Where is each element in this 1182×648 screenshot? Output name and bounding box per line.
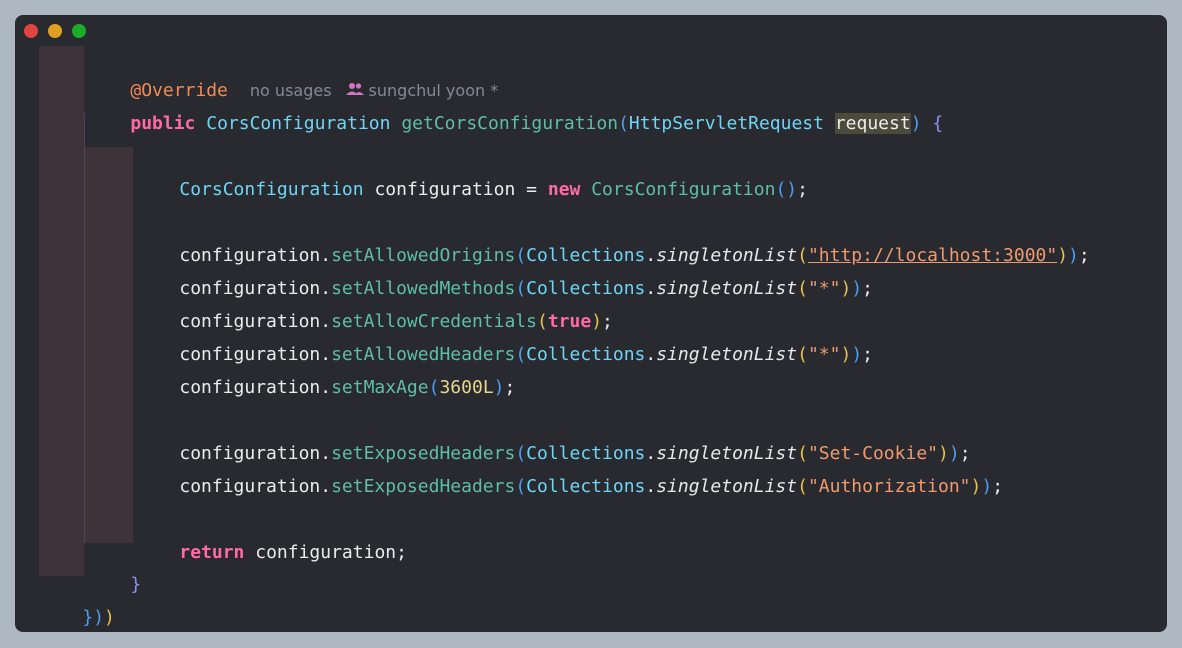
singleton-call: singletonList <box>656 278 798 299</box>
semi: ; <box>1078 245 1090 266</box>
close-brace: } <box>130 574 142 595</box>
code-line-maxage: configuration.setMaxAge(3600L); <box>136 349 515 398</box>
paren: ( <box>428 377 440 398</box>
final-brace: } <box>82 607 94 628</box>
paren: ) <box>1068 245 1079 266</box>
method-name: getCorsConfiguration <box>401 113 619 134</box>
indent-guide-inner <box>84 147 133 543</box>
string-literal: "Authorization" <box>807 476 971 497</box>
code-line-origins: configuration.setAllowedOrigins(Collecti… <box>136 217 1089 266</box>
semi: ; <box>862 344 873 365</box>
code-window: @Override no usages sungchul yoon * public… <box>15 15 1167 632</box>
number-literal: 3600L <box>439 377 494 398</box>
param-type: HttpServletRequest <box>628 113 824 134</box>
close-button[interactable] <box>24 24 38 38</box>
decl-semi: ; <box>797 179 808 200</box>
paren: ) <box>981 476 993 497</box>
dot: . <box>645 344 657 365</box>
method-call: setExposedHeaders <box>331 476 516 497</box>
paren: ( <box>515 476 527 497</box>
code-line-final: })) <box>39 579 115 628</box>
indent-guide-line <box>84 113 85 147</box>
code-line-exposed-auth: configuration.setExposedHeaders(Collecti… <box>136 448 1003 497</box>
paren: ( <box>515 344 527 365</box>
paren: ) <box>493 377 505 398</box>
paren: ) <box>851 278 863 299</box>
minimize-button[interactable] <box>48 24 62 38</box>
singleton-call: singletonList <box>656 344 798 365</box>
return-type: CorsConfiguration <box>206 113 391 134</box>
string-literal: "*" <box>807 278 841 299</box>
string-literal: "*" <box>807 344 841 365</box>
code-line-close-brace: } <box>87 546 141 595</box>
method-call: setMaxAge <box>331 377 429 398</box>
open-paren: ( <box>618 113 629 134</box>
paren: ( <box>797 476 808 497</box>
param-name: request <box>834 113 911 134</box>
decl-eq: = <box>526 179 538 200</box>
dot: . <box>645 476 657 497</box>
obj-ref: configuration. <box>179 377 332 398</box>
kw-public: public <box>130 113 196 134</box>
paren: ) <box>970 476 982 497</box>
decl-var: configuration <box>374 179 516 200</box>
paren: ) <box>1057 245 1069 266</box>
code-line-exposed-cookie: configuration.setExposedHeaders(Collecti… <box>136 415 970 464</box>
dot: . <box>645 278 657 299</box>
code-line-headers: configuration.setAllowedHeaders(Collecti… <box>136 316 873 365</box>
decl-type: CorsConfiguration <box>179 179 364 200</box>
code-line-declaration: CorsConfiguration configuration = new Co… <box>136 151 808 200</box>
final-paren: ) <box>104 607 115 628</box>
code-line-annotation: @Override no usages sungchul yoon * <box>87 52 498 101</box>
code-line-return: return configuration; <box>136 514 407 563</box>
obj-ref: configuration. <box>179 476 332 497</box>
decl-ctor: CorsConfiguration <box>591 179 776 200</box>
singleton-call: singletonList <box>656 476 798 497</box>
close-paren: ) <box>910 113 922 134</box>
kw-return: return <box>179 542 245 563</box>
indent-guide-outer <box>39 46 84 576</box>
decl-parens: () <box>775 179 798 200</box>
paren: ( <box>797 344 808 365</box>
paren: ) <box>840 344 852 365</box>
maximize-button[interactable] <box>72 24 86 38</box>
paren: ( <box>797 278 808 299</box>
code-line-methods: configuration.setAllowedMethods(Collecti… <box>136 250 873 299</box>
code-line-credentials: configuration.setAllowCredentials(true); <box>136 283 613 332</box>
code-line-signature: public CorsConfiguration getCorsConfigur… <box>87 85 943 134</box>
open-brace: { <box>932 113 944 134</box>
semi: ; <box>992 476 1004 497</box>
paren: ) <box>851 344 863 365</box>
semi: ; <box>862 278 873 299</box>
kw-new: new <box>547 179 581 200</box>
collections-ref: Collections <box>526 476 646 497</box>
semi: ; <box>504 377 516 398</box>
final-paren: ) <box>93 607 105 628</box>
collections-ref: Collections <box>526 344 646 365</box>
paren: ) <box>840 278 852 299</box>
return-value: configuration; <box>255 542 407 563</box>
